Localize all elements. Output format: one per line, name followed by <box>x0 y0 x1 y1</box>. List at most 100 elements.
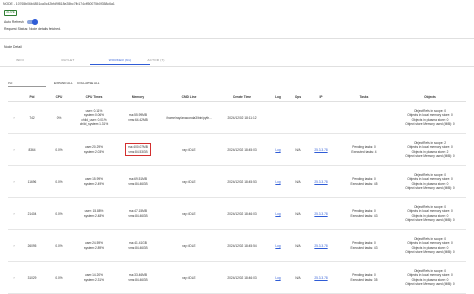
pid-search-input[interactable]: Pid <box>8 80 46 87</box>
cpu-cell: 0.0% <box>44 165 74 198</box>
tab-raylet[interactable]: RAYLET <box>38 56 98 64</box>
col-log[interactable]: Log <box>268 93 288 102</box>
auto-refresh-toggle[interactable] <box>27 18 38 25</box>
col-ops[interactable]: Ops <box>288 93 308 102</box>
cpu-times-cell: user:24.59% system:2.89% <box>74 229 114 262</box>
cpu-cell: 0.0% <box>44 229 74 262</box>
tasks-line: Executed tasks: 4 <box>351 149 377 154</box>
ip-cell: 25.3.3.78 <box>308 133 334 166</box>
ops-cell: N/A <box>288 165 308 198</box>
memory-highlight-box: rss:400.07MB vms:84.53GB <box>125 143 151 156</box>
ip-cell: 25.3.3.78 <box>308 165 334 198</box>
memory-cell: rss:55.99MB vms:64.42MB <box>114 101 162 134</box>
chevron-right-icon[interactable]: › <box>13 115 14 120</box>
col-cpu-times[interactable]: CPU Times <box>74 93 114 102</box>
memory-vms: vms:84.53GB <box>128 149 148 154</box>
row-expander[interactable]: › <box>8 261 20 294</box>
cpu-cell: 0.0% <box>44 261 74 294</box>
col-cmd-line[interactable]: CMD Line <box>162 93 216 102</box>
ip-cell <box>308 101 334 134</box>
col-pid[interactable]: Pid <box>20 93 44 102</box>
tab-actor[interactable]: ACTOR (7) <box>126 56 186 64</box>
log-link[interactable]: Log <box>275 244 280 248</box>
chevron-right-icon[interactable]: › <box>13 243 14 248</box>
tabs-divider <box>0 66 474 67</box>
ip-cell: 25.3.3.78 <box>308 197 334 230</box>
toggle-knob <box>31 18 38 25</box>
objects-cell: ObjectRefs in scope: 0 Objects in local … <box>394 229 466 262</box>
memory-vms: vms:84.46GB <box>128 213 148 218</box>
ip-link[interactable]: 25.3.3.78 <box>314 212 327 216</box>
ip-link[interactable]: 25.3.3.78 <box>314 148 327 152</box>
cpu-times-line: system:2.89% <box>83 245 105 250</box>
create-time-cell: 2024/12/02 18:45:03 <box>216 133 268 166</box>
tasks-cell: Pending tasks: 0 Executed tasks: 43 <box>334 197 394 230</box>
objects-cell: ObjectRefs in scope: 0 Objects in local … <box>394 261 466 294</box>
create-time-cell: 2024/12/02 18:46:03 <box>216 197 268 230</box>
cpu-times-line: child_system:1.31% <box>79 122 109 126</box>
objects-line: Object store Memory used (MiB): 0 <box>405 122 455 126</box>
chevron-right-icon[interactable]: › <box>13 211 14 216</box>
tasks-line: Executed tasks: 45 <box>350 181 378 186</box>
tasks-line: Executed tasks: 35 <box>350 277 378 282</box>
pid-cell: 31029 <box>20 261 44 294</box>
expand-all-button[interactable]: EXPAND ALL <box>54 80 73 86</box>
memory-vms: vms:64.42MB <box>128 117 148 122</box>
row-expander[interactable]: › <box>8 229 20 262</box>
header-divider <box>0 38 474 39</box>
row-expander[interactable]: › <box>8 165 20 198</box>
col-cpu[interactable]: CPU <box>44 93 74 102</box>
row-expander[interactable]: › <box>8 197 20 230</box>
row-expander[interactable]: › <box>8 101 20 134</box>
tasks-cell: Pending tasks: 0 Executed tasks: 43 <box>334 229 394 262</box>
chevron-right-icon[interactable]: › <box>13 147 14 152</box>
col-memory[interactable]: Memory <box>114 93 162 102</box>
ip-link[interactable]: 25.3.3.78 <box>314 276 327 280</box>
col-expand <box>8 93 20 102</box>
memory-cell: rss:400.07MB vms:84.53GB <box>114 133 162 166</box>
cpu-cell: 0.0% <box>44 133 74 166</box>
cpu-cell: 0.0% <box>44 197 74 230</box>
ip-cell: 25.3.3.78 <box>308 261 334 294</box>
ip-link[interactable]: 25.3.3.78 <box>314 244 327 248</box>
cpu-times-line: system:2.03% <box>83 149 105 154</box>
chevron-right-icon[interactable]: › <box>13 179 14 184</box>
node-title: NODE - 10765b06b4851ca0c42bfd9f818e28bc7… <box>3 2 115 6</box>
cmd-line-cell: ray::IDLE <box>162 165 216 198</box>
status-badge: ALIVE <box>4 10 17 17</box>
col-tasks[interactable]: Tasks <box>334 93 394 102</box>
tasks-cell: Pending tasks: 0 Executed tasks: 4 <box>334 133 394 166</box>
ops-cell: N/A <box>288 197 308 230</box>
cpu-times-cell: user:14.20% system:2.31% <box>74 261 114 294</box>
table-header-row: Pid CPU CPU Times Memory CMD Line Create… <box>8 93 466 102</box>
cpu-times-line: system:2.49% <box>83 181 105 186</box>
log-cell <box>268 101 288 134</box>
row-expander[interactable]: › <box>8 133 20 166</box>
objects-cell: ObjectRefs in scope: 0 Objects in local … <box>394 165 466 198</box>
objects-cell: ObjectRefs in scope: 2 Objects in local … <box>394 133 466 166</box>
cmd-line-cell: ray::IDLE <box>162 133 216 166</box>
pid-cell: 742 <box>20 101 44 134</box>
auto-refresh-label: Auto Refresh <box>4 20 24 24</box>
table-row: › 31029 0.0% user:14.20% system:2.31% rs… <box>8 261 466 294</box>
table-row: › 11696 0.0% user:15.99% system:2.49% rs… <box>8 165 466 198</box>
create-time-cell: 2024/12/02 18:46:03 <box>216 261 268 294</box>
objects-cell: ObjectRefs in scope: 0 Objects in local … <box>394 101 466 134</box>
cpu-times-line: system:2.31% <box>83 277 105 282</box>
col-objects[interactable]: Objects <box>394 93 466 102</box>
col-create-time[interactable]: Create Time <box>216 93 268 102</box>
cmd-line-cell: ray::IDLE <box>162 229 216 262</box>
log-link[interactable]: Log <box>275 212 280 216</box>
memory-cell: rss:69.51MB vms:84.46GB <box>114 165 162 198</box>
ip-link[interactable]: 25.3.3.78 <box>314 180 327 184</box>
tasks-cell: Pending tasks: 0 Executed tasks: 45 <box>334 165 394 198</box>
table-row: › 742 0% user: 0.11% system:0.06% child_… <box>8 101 466 134</box>
chevron-right-icon[interactable]: › <box>13 275 14 280</box>
log-link[interactable]: Log <box>275 276 280 280</box>
collapse-all-button[interactable]: COLLAPSE ALL <box>77 80 100 86</box>
log-link[interactable]: Log <box>275 148 280 152</box>
col-ip[interactable]: IP <box>308 93 334 102</box>
ip-cell: 25.3.3.78 <box>308 229 334 262</box>
log-link[interactable]: Log <box>275 180 280 184</box>
memory-vms: vms:84.46GB <box>128 245 148 250</box>
